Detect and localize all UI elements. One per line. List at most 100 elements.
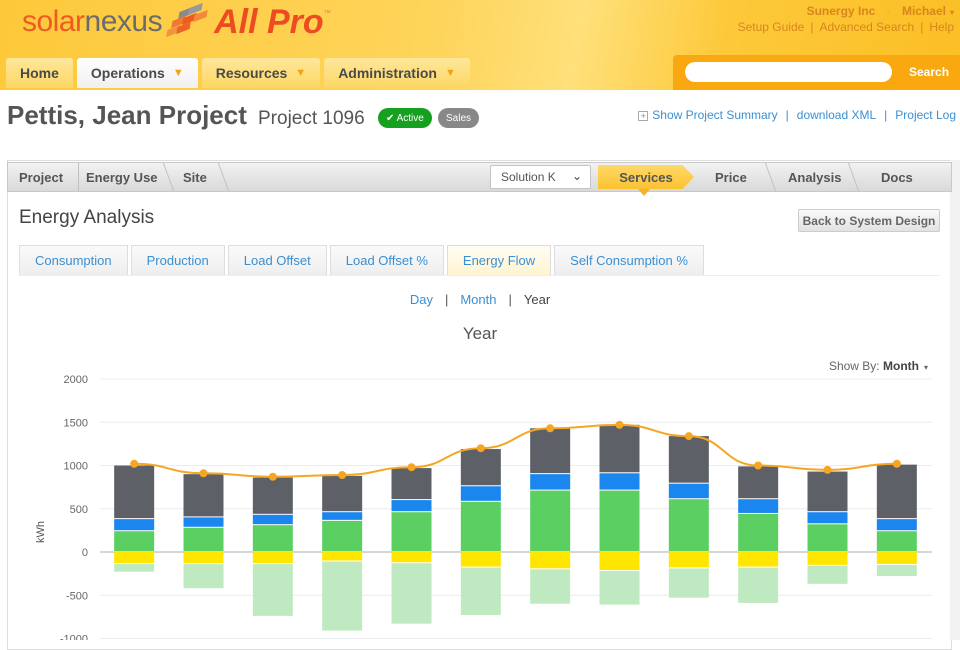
brand-name-solar: solar xyxy=(22,5,85,38)
bar-battery-charge-feb xyxy=(183,552,224,564)
bar-solar-self-consumption-sep xyxy=(668,499,709,551)
wizard-step-analysis[interactable]: Analysis xyxy=(788,163,841,191)
dropdown-arrow-icon: ▼ xyxy=(172,67,184,79)
download-xml-link[interactable]: download XML xyxy=(797,108,876,122)
tab-production[interactable]: Production xyxy=(130,245,225,275)
period-selector: Day | Month | Year xyxy=(0,292,960,307)
bar-grid-import-jan xyxy=(114,465,155,519)
bar-battery-charge-may xyxy=(391,552,432,563)
nav-tab-resources[interactable]: Resources ▼ xyxy=(201,58,321,88)
setup-guide-link[interactable]: Setup Guide xyxy=(738,20,805,34)
bar-grid-import-feb xyxy=(183,474,224,517)
bar-battery-charge-dec xyxy=(876,552,917,564)
dropdown-arrow-icon: ▼ xyxy=(444,67,456,79)
bar-battery-charge-mar xyxy=(252,552,293,564)
expand-plus-icon[interactable]: + xyxy=(638,111,649,121)
bar-solar-export-apr xyxy=(322,561,363,631)
consumption-point-feb xyxy=(199,469,208,478)
dropdown-arrow-icon: ▼ xyxy=(295,67,307,79)
brand-logo[interactable]: solar nexus All Pro ™ xyxy=(22,3,331,41)
bar-solar-export-nov xyxy=(807,565,848,584)
project-log-link[interactable]: Project Log xyxy=(895,108,956,122)
bar-battery-discharge-nov xyxy=(807,512,848,524)
wizard-step-docs[interactable]: Docs xyxy=(881,163,913,191)
tab-load-offset-percent[interactable]: Load Offset % xyxy=(329,245,444,275)
bar-battery-charge-nov xyxy=(807,552,848,565)
tab-consumption[interactable]: Consumption xyxy=(19,245,128,275)
bar-battery-discharge-oct xyxy=(738,499,779,513)
bar-solar-self-consumption-oct xyxy=(738,513,779,551)
bar-grid-import-apr xyxy=(322,475,363,512)
bar-battery-discharge-jun xyxy=(460,486,501,501)
status-badge-sales: Sales xyxy=(438,108,480,128)
solution-select[interactable]: Solution K ⌄ xyxy=(490,165,591,189)
nav-tab-label: Administration xyxy=(338,65,437,81)
bar-solar-export-aug xyxy=(599,571,640,605)
y-tick-label: -1000 xyxy=(60,634,88,641)
bar-solar-export-oct xyxy=(738,567,779,603)
trademark: ™ xyxy=(323,9,331,17)
nav-tab-operations[interactable]: Operations ▼ xyxy=(76,58,198,88)
bar-grid-import-jul xyxy=(530,428,571,474)
bar-solar-self-consumption-nov xyxy=(807,524,848,551)
bar-solar-self-consumption-feb xyxy=(183,527,224,551)
wizard-step-energy-use[interactable]: Energy Use xyxy=(86,163,158,191)
user-name: Michael xyxy=(901,4,946,18)
analysis-tabs: Consumption Production Load Offset Load … xyxy=(19,245,707,275)
bar-solar-self-consumption-mar xyxy=(252,525,293,551)
bar-solar-self-consumption-jul xyxy=(530,490,571,551)
bar-solar-self-consumption-may xyxy=(391,512,432,551)
wizard-step-project[interactable]: Project xyxy=(19,163,63,191)
tab-self-consumption-percent[interactable]: Self Consumption % xyxy=(554,245,704,275)
tab-load-offset[interactable]: Load Offset xyxy=(227,245,327,275)
app-header: solar nexus All Pro ™ Sunergy Inc · Mich… xyxy=(0,0,960,90)
nav-tab-administration[interactable]: Administration ▼ xyxy=(324,58,470,88)
bar-grid-import-sep xyxy=(668,436,709,483)
bar-battery-discharge-dec xyxy=(876,519,917,531)
bar-battery-discharge-jul xyxy=(530,474,571,490)
chevron-down-icon: ⌄ xyxy=(571,169,582,183)
period-day-link[interactable]: Day xyxy=(410,292,433,307)
current-step-pointer-icon xyxy=(638,189,650,196)
period-month-link[interactable]: Month xyxy=(460,292,496,307)
consumption-point-jun xyxy=(476,444,485,453)
back-to-system-design-button[interactable]: Back to System Design xyxy=(798,209,940,232)
bar-grid-import-oct xyxy=(738,466,779,499)
search-input[interactable] xyxy=(685,62,892,82)
y-tick-label: 1000 xyxy=(64,461,88,473)
wizard-step-site[interactable]: Site xyxy=(183,163,207,191)
tab-energy-flow[interactable]: Energy Flow xyxy=(446,245,552,275)
bar-battery-discharge-mar xyxy=(252,514,293,525)
y-tick-label: 1500 xyxy=(64,417,88,429)
nav-tab-label: Operations xyxy=(90,65,165,81)
show-project-summary-link[interactable]: Show Project Summary xyxy=(652,108,777,122)
bar-battery-discharge-feb xyxy=(183,517,224,527)
bar-battery-discharge-aug xyxy=(599,473,640,490)
bar-battery-charge-jan xyxy=(114,552,155,564)
bar-solar-export-jul xyxy=(530,569,571,604)
consumption-point-jul xyxy=(546,424,555,433)
advanced-search-link[interactable]: Advanced Search xyxy=(819,20,914,34)
bar-grid-import-nov xyxy=(807,471,848,512)
nav-tab-home[interactable]: Home xyxy=(6,58,73,88)
wizard-step-services[interactable]: Services xyxy=(598,165,694,189)
search-bar: Search xyxy=(673,55,960,90)
consumption-point-may xyxy=(407,463,416,472)
y-tick-label: -500 xyxy=(66,590,88,602)
bar-solar-export-sep xyxy=(668,568,709,598)
help-link[interactable]: Help xyxy=(929,20,954,34)
consumption-point-dec xyxy=(892,459,901,468)
consumption-point-oct xyxy=(754,461,763,470)
account-area: Sunergy Inc · Michael ▾ Setup Guide | Advan… xyxy=(737,4,954,34)
search-button[interactable]: Search xyxy=(909,65,949,79)
divider: | xyxy=(444,292,449,307)
y-tick-label: 2000 xyxy=(64,374,88,386)
tabs-divider xyxy=(19,275,940,276)
y-tick-label: 0 xyxy=(82,547,88,559)
user-menu[interactable]: Michael ▾ xyxy=(902,4,954,18)
bar-grid-import-jun xyxy=(460,449,501,486)
wizard-step-price[interactable]: Price xyxy=(715,163,747,191)
bar-battery-discharge-sep xyxy=(668,483,709,499)
page-title: Pettis, Jean Project xyxy=(7,100,247,130)
bar-solar-export-may xyxy=(391,563,432,624)
